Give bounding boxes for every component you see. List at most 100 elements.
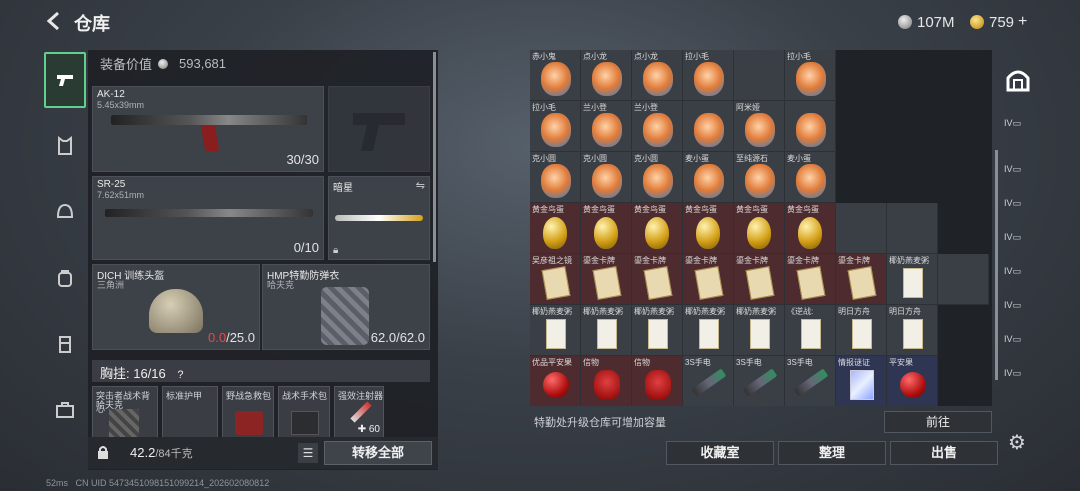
stash-cell[interactable]: 黄金鸟蛋 — [683, 203, 734, 254]
stash-cell[interactable]: 鎏金卡牌 — [581, 254, 632, 305]
stash-cell[interactable]: 平安果 — [887, 356, 938, 406]
stash-cell[interactable]: 克小圆 — [530, 152, 581, 203]
stash-cell[interactable]: 3S手电 — [785, 356, 836, 406]
stash-cell[interactable]: 麦小蛋 — [785, 152, 836, 203]
pistol-slot[interactable] — [328, 86, 430, 172]
weight-readout: 42.2/84千克 — [130, 445, 193, 461]
stash-cell[interactable]: 黄金鸟蛋 — [734, 203, 785, 254]
stash-cell[interactable]: 黄金鸟蛋 — [632, 203, 683, 254]
stash-page-5-icon[interactable]: IV▭ — [1004, 266, 1030, 292]
stash-cell[interactable]: 3S手电 — [734, 356, 785, 406]
collection-button[interactable]: 收藏室 — [666, 441, 774, 465]
stash-cell[interactable]: 克小圆 — [632, 152, 683, 203]
uid: CN UID 5473451098151099214_202602080812 — [75, 478, 270, 488]
nav-chest-rig[interactable] — [44, 316, 86, 372]
chest-rig-slot[interactable]: 突击者战术背心 哈夫克 — [92, 386, 158, 438]
stash-cell[interactable] — [938, 254, 989, 305]
item-slot[interactable]: 标准护甲 — [162, 386, 218, 438]
pistol-placeholder-icon — [353, 113, 405, 151]
stash-cell[interactable]: 鎏金卡牌 — [632, 254, 683, 305]
sell-button[interactable]: 出售 — [890, 441, 998, 465]
stash-cell[interactable] — [785, 101, 836, 152]
nav-backpack[interactable] — [44, 250, 86, 306]
stash-page-8-icon[interactable]: IV▭ — [1004, 368, 1030, 394]
lock-icon[interactable] — [96, 445, 110, 459]
stash-page-4-icon[interactable]: IV▭ — [1004, 232, 1030, 258]
stash-cell[interactable]: 克小圆 — [581, 152, 632, 203]
stash-page-6-icon[interactable]: IV▭ — [1004, 300, 1030, 326]
stash-page-2-icon[interactable]: IV▭ — [1004, 164, 1030, 190]
loadout-bottom-bar: 42.2/84千克 ☰ 转移全部 — [88, 437, 438, 469]
stash-cell[interactable]: 黄金鸟蛋 — [530, 203, 581, 254]
transfer-all-button[interactable]: 转移全部 — [324, 441, 432, 465]
stash-page-1-icon[interactable]: IV▭ — [1004, 118, 1030, 144]
add-gold-icon[interactable]: + — [1018, 13, 1027, 31]
nav-weapons[interactable] — [44, 52, 86, 108]
stash-cell[interactable]: 麦小蛋 — [683, 152, 734, 203]
stash-cell[interactable]: 椰奶燕麦粥 — [887, 254, 938, 305]
goto-button[interactable]: 前往 — [884, 411, 992, 433]
stash-cell[interactable]: 明日方舟 — [836, 305, 887, 356]
help-icon[interactable]: ? — [177, 369, 183, 381]
stash-cell[interactable] — [734, 50, 785, 101]
stash-cell[interactable]: 黄金鸟蛋 — [785, 203, 836, 254]
item-label: 椰奶燕麦粥 — [583, 307, 623, 316]
gold-currency[interactable]: 759 + — [970, 12, 1027, 32]
stash-page-7-icon[interactable]: IV▭ — [1004, 334, 1030, 360]
armor-slot[interactable]: HMP特勤防弹衣 哈夫克 62.0/62.0 — [262, 264, 430, 350]
nav-armor[interactable] — [44, 118, 86, 174]
stash-cell[interactable]: 信物 — [632, 356, 683, 406]
stash-cell[interactable]: 拉小毛 — [683, 50, 734, 101]
stash-cell[interactable]: 明日方舟 — [887, 305, 938, 356]
stash-cell[interactable]: 椰奶燕麦粥 — [683, 305, 734, 356]
stash-cell[interactable]: 点小龙 — [581, 50, 632, 101]
stash-cell[interactable]: 鎏金卡牌 — [785, 254, 836, 305]
loadout-scrollbar[interactable] — [433, 52, 436, 262]
stash-cell[interactable]: 情报谜证 — [836, 356, 887, 406]
stash-cell[interactable]: 椰奶燕麦粥 — [530, 305, 581, 356]
silver-currency[interactable]: 107M — [898, 12, 955, 32]
nav-helmet[interactable] — [44, 184, 86, 240]
melee-slot[interactable]: 暗星 ⇋ 🔒︎ — [328, 176, 430, 260]
stash-cell[interactable]: 点小龙 — [632, 50, 683, 101]
main-stash-icon[interactable] — [1004, 66, 1032, 94]
nav-case[interactable] — [44, 382, 86, 438]
stash-scrollbar[interactable] — [995, 150, 998, 380]
helmet-slot[interactable]: DICH 训练头盔 三角洲 0.0/25.0 — [92, 264, 260, 350]
stash-cell[interactable]: 阿米娅 — [734, 101, 785, 152]
stash-cell[interactable] — [683, 101, 734, 152]
stash-cell[interactable]: 鎏金卡牌 — [734, 254, 785, 305]
injector-slot[interactable]: 强效注射器 ✚ 60 — [334, 386, 384, 438]
stash-cell[interactable]: 拉小毛 — [530, 101, 581, 152]
secondary-weapon-slot[interactable]: SR-25 7.62x51mm 0/10 — [92, 176, 324, 260]
surgery-kit-slot[interactable]: 战术手术包 — [278, 386, 330, 438]
stash-cell[interactable]: 拉小毛 — [785, 50, 836, 101]
stash-cell[interactable]: 椰奶燕麦粥 — [734, 305, 785, 356]
stash-cell[interactable]: 3S手电 — [683, 356, 734, 406]
stash-cell[interactable]: 信物 — [581, 356, 632, 406]
first-aid-slot[interactable]: 野战急救包 — [222, 386, 274, 438]
injector-count-value: 60 — [368, 424, 380, 435]
stash-cell[interactable]: 黄金鸟蛋 — [581, 203, 632, 254]
back-arrow-icon[interactable] — [44, 10, 66, 32]
stash-cell[interactable] — [836, 203, 887, 254]
primary-weapon-slot[interactable]: AK-12 5.45x39mm 30/30 — [92, 86, 324, 172]
stash-cell[interactable]: 兰小登 — [581, 101, 632, 152]
stash-cell[interactable] — [887, 203, 938, 254]
list-icon[interactable]: ☰ — [298, 443, 318, 463]
swap-icon[interactable]: ⇋ — [416, 179, 425, 192]
stash-cell[interactable]: 兰小登 — [632, 101, 683, 152]
stash-cell[interactable]: 赤小鬼 — [530, 50, 581, 101]
stash-cell[interactable]: 吴彦祖之镜 — [530, 254, 581, 305]
stash-cell[interactable]: 《逆战: — [785, 305, 836, 356]
stash-cell[interactable]: 至纯源石 — [734, 152, 785, 203]
stash-cell[interactable]: 椰奶燕麦粥 — [581, 305, 632, 356]
settings-gear-icon[interactable]: ⚙ — [1006, 432, 1028, 454]
stash-cell[interactable]: 椰奶燕麦粥 — [632, 305, 683, 356]
stash-page-3-icon[interactable]: IV▭ — [1004, 198, 1030, 224]
organize-button[interactable]: 整理 — [778, 441, 886, 465]
info-image — [850, 370, 874, 400]
stash-cell[interactable]: 鎏金卡牌 — [683, 254, 734, 305]
stash-cell[interactable]: 鎏金卡牌 — [836, 254, 887, 305]
stash-cell[interactable]: 优品平安果 — [530, 356, 581, 406]
